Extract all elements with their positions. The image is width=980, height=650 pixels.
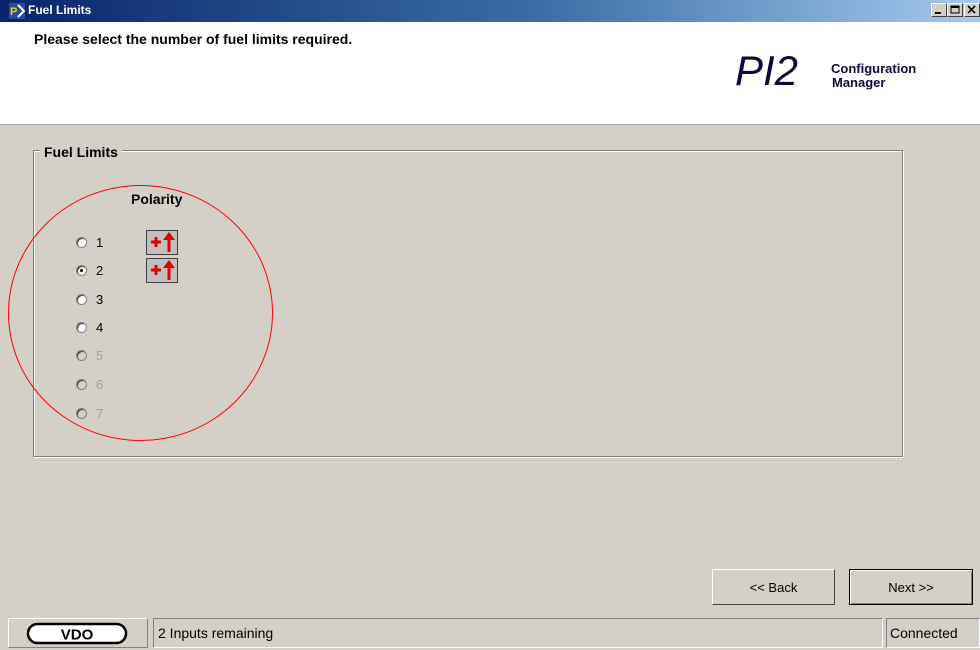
radio-label-4: 4 <box>96 319 104 335</box>
window-title: Fuel Limits <box>28 3 92 17</box>
radio-1[interactable] <box>76 236 87 248</box>
app-icon: P <box>9 3 25 19</box>
fuel-limit-option-3[interactable]: 3 <box>76 290 103 308</box>
logo-main-text: PI2 <box>735 47 799 94</box>
radio-7 <box>76 407 87 419</box>
header-panel: Please select the number of fuel limits … <box>0 22 980 125</box>
radio-5 <box>76 349 87 361</box>
title-bar: P Fuel Limits <box>0 0 980 22</box>
back-button[interactable]: << Back <box>712 569 835 605</box>
maximize-button[interactable] <box>947 3 963 17</box>
radio-label-5: 5 <box>96 347 104 363</box>
polarity-button-1[interactable] <box>146 230 178 255</box>
minimize-button[interactable] <box>931 3 947 17</box>
fuel-limits-legend: Fuel Limits <box>40 144 122 160</box>
radio-label-1: 1 <box>96 234 104 250</box>
vdo-logo: VDO <box>26 622 128 645</box>
positive-up-arrow-icon <box>151 260 175 280</box>
close-button[interactable] <box>964 3 980 17</box>
radio-4[interactable] <box>76 321 87 333</box>
svg-text:P: P <box>10 6 17 18</box>
instruction-text: Please select the number of fuel limits … <box>34 31 353 47</box>
vdo-logo-panel: VDO <box>8 618 148 648</box>
radio-label-7: 7 <box>96 405 104 421</box>
radio-2[interactable] <box>76 264 87 276</box>
status-bar: VDO 2 Inputs remaining Connected <box>0 614 980 650</box>
logo-subtitle-line2: Manager <box>832 75 886 90</box>
positive-up-arrow-icon <box>151 232 175 252</box>
fuel-limit-option-4[interactable]: 4 <box>76 318 103 336</box>
fuel-limit-option-2[interactable]: 2 <box>76 261 103 279</box>
polarity-button-2[interactable] <box>146 258 178 283</box>
logo-subtitle: Configuration Manager <box>831 62 916 90</box>
fuel-limit-option-1[interactable]: 1 <box>76 233 103 251</box>
minimize-icon <box>935 12 941 14</box>
close-icon <box>967 5 976 14</box>
radio-label-2: 2 <box>96 262 104 278</box>
vdo-logo-text: VDO <box>61 627 94 644</box>
logo-subtitle-line1: Configuration <box>831 61 917 76</box>
fuel-limit-option-7: 7 <box>76 404 103 422</box>
fuel-limit-option-6: 6 <box>76 375 103 393</box>
radio-label-6: 6 <box>96 376 104 392</box>
radio-6 <box>76 378 87 390</box>
maximize-icon <box>950 5 960 14</box>
next-button[interactable]: Next >> <box>849 569 973 605</box>
radio-3[interactable] <box>76 293 87 305</box>
status-message: 2 Inputs remaining <box>153 618 883 648</box>
radio-label-3: 3 <box>96 291 104 307</box>
polarity-header: Polarity <box>131 191 183 207</box>
connection-status: Connected <box>886 618 980 648</box>
pi2-logo: PI2 Configuration Manager <box>735 50 945 100</box>
fuel-limit-option-5: 5 <box>76 346 103 364</box>
